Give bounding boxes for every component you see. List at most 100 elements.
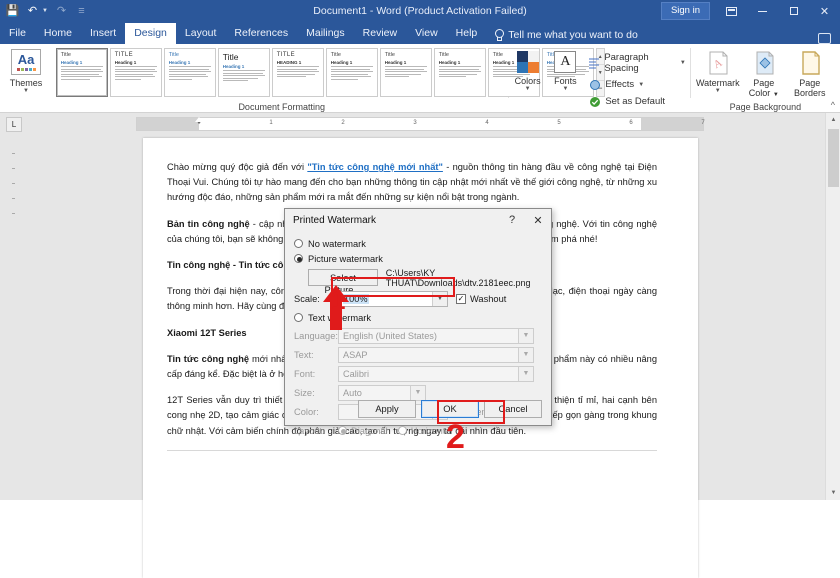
radio-indicator — [294, 313, 303, 322]
radio-indicator — [294, 254, 303, 263]
style-card[interactable]: TITLE HEADING 1 — [271, 48, 324, 97]
dialog-close-icon[interactable]: ✕ — [525, 209, 551, 231]
font-row: Font: Calibri ▼ — [294, 365, 542, 382]
tab-review[interactable]: Review — [354, 23, 406, 44]
set-as-default-button[interactable]: Set as Default — [588, 95, 685, 108]
style-title: Title — [60, 52, 71, 58]
customize-qat-icon[interactable]: ≡ — [75, 4, 88, 18]
style-card[interactable]: TITLE Heading 1 — [109, 48, 162, 97]
style-title: Title — [330, 52, 341, 58]
scale-combobox[interactable]: 100% ▼ — [338, 290, 448, 307]
radio-layout-horizontal[interactable]: Horizontal — [397, 426, 453, 436]
style-card[interactable]: Title Heading 1 — [325, 48, 378, 97]
page-color-button[interactable]: Page Color ▼ — [741, 47, 787, 100]
tab-stop-selector[interactable]: L — [6, 117, 22, 132]
effects-button[interactable]: Effects ▼ — [588, 78, 685, 91]
ribbon: Aa Themes ▼ Title Heading 1 TITLE Headin… — [0, 44, 840, 113]
ribbon-display-options-icon[interactable] — [716, 0, 747, 22]
chevron-down-icon[interactable]: ▼ — [23, 88, 29, 94]
style-card[interactable]: Title Heading 1 — [163, 48, 216, 97]
minimize-icon[interactable] — [747, 0, 778, 22]
page-background-group-label: Page Background — [729, 102, 802, 112]
style-title: Title — [222, 52, 239, 62]
themes-button[interactable]: Aa Themes ▼ — [0, 47, 52, 94]
radio-indicator — [338, 426, 347, 435]
font-value: Calibri — [343, 368, 370, 379]
redo-icon[interactable]: ↷ — [55, 4, 68, 18]
page-borders-button[interactable]: Page Borders — [787, 47, 833, 98]
style-heading: Heading 1 — [330, 59, 353, 65]
quick-access-toolbar: 💾 ↶ ▼ ↷ ≡ — [0, 4, 88, 18]
paragraph-spacing-label: Paragraph Spacing — [604, 52, 649, 74]
first-line-indent-marker[interactable] — [195, 117, 203, 122]
themes-icon: Aa — [11, 49, 41, 75]
scroll-down-icon[interactable]: ▼ — [826, 486, 840, 500]
right-indent-marker[interactable] — [577, 125, 585, 130]
style-heading: Heading 1 — [60, 59, 83, 65]
chevron-down-icon[interactable]: ▼ — [680, 60, 686, 66]
help-icon[interactable]: ? — [499, 209, 525, 231]
collapse-ribbon-icon[interactable]: ^ — [831, 100, 835, 110]
horizontal-ruler[interactable]: ● 1 2 3 4 5 6 7 — [136, 117, 705, 131]
tab-help[interactable]: Help — [447, 23, 487, 44]
themes-glyph: Aa — [17, 51, 35, 67]
apply-button[interactable]: Apply — [358, 400, 416, 418]
document-hyperlink[interactable]: "Tin tức công nghệ mới nhất" — [307, 162, 443, 172]
radio-indicator — [294, 239, 303, 248]
text-combobox[interactable]: ASAP ▼ — [338, 346, 534, 363]
page-color-label: Page Color ▼ — [748, 78, 779, 98]
radio-layout-diagonal[interactable]: Diagonal — [338, 426, 388, 436]
select-picture-button[interactable]: Select Picture... — [308, 269, 378, 295]
washout-checkbox[interactable]: ✓ Washout — [456, 293, 506, 304]
printed-watermark-dialog[interactable]: Printed Watermark ? ✕ No watermark Pictu… — [284, 208, 552, 436]
language-combobox[interactable]: English (United States) ▼ — [338, 327, 534, 344]
font-label: Font: — [294, 368, 316, 379]
tab-home[interactable]: Home — [35, 23, 81, 44]
fonts-button[interactable]: A Fonts ▼ — [547, 47, 585, 92]
tab-mailings[interactable]: Mailings — [297, 23, 354, 44]
dialog-title-bar: Printed Watermark ? ✕ — [285, 209, 551, 231]
vertical-scrollbar[interactable]: ▲ ▼ — [825, 113, 840, 500]
ok-button[interactable]: OK — [421, 400, 479, 418]
scroll-up-icon[interactable]: ▲ — [826, 113, 840, 127]
chevron-down-icon[interactable]: ▼ — [518, 366, 533, 381]
ribbon-tab-bar: File Home Insert Design Layout Reference… — [0, 22, 840, 47]
chevron-down-icon[interactable]: ▼ — [715, 88, 721, 95]
chevron-down-icon[interactable]: ▼ — [432, 291, 447, 306]
set-as-default-label: Set as Default — [605, 96, 665, 107]
document-formatting-group-label: Document Formatting — [238, 102, 325, 112]
tab-layout[interactable]: Layout — [176, 23, 226, 44]
style-card[interactable]: Title Heading 1 — [433, 48, 486, 97]
cancel-button[interactable]: Cancel — [484, 400, 542, 418]
style-card[interactable]: Title Heading 1 — [217, 48, 270, 97]
tab-design[interactable]: Design — [125, 23, 176, 44]
paragraph-spacing-button[interactable]: Paragraph Spacing ▼ — [588, 52, 686, 74]
radio-picture-watermark[interactable]: Picture watermark — [294, 251, 542, 266]
close-icon[interactable]: ✕ — [809, 0, 840, 22]
comments-icon[interactable] — [818, 33, 831, 47]
paragraph-spacing-icon — [588, 57, 600, 70]
font-combobox[interactable]: Calibri ▼ — [338, 365, 534, 382]
watermark-button[interactable]: A Watermark ▼ — [695, 47, 741, 95]
undo-dropdown-icon[interactable]: ▼ — [42, 8, 48, 14]
maximize-icon[interactable] — [778, 0, 809, 22]
colors-button[interactable]: Colors ▼ — [509, 47, 547, 92]
chevron-down-icon[interactable]: ▼ — [525, 86, 531, 92]
style-card[interactable]: Title Heading 1 — [55, 48, 108, 97]
tab-insert[interactable]: Insert — [81, 23, 125, 44]
chevron-down-icon[interactable]: ▼ — [518, 328, 533, 343]
chevron-down-icon[interactable]: ▼ — [562, 86, 568, 92]
tab-view[interactable]: View — [406, 23, 447, 44]
page-color-icon — [751, 50, 777, 76]
sign-in-button[interactable]: Sign in — [660, 2, 710, 20]
style-card[interactable]: Title Heading 1 — [379, 48, 432, 97]
radio-no-watermark[interactable]: No watermark — [294, 236, 542, 251]
tell-me-search[interactable]: Tell me what you want to do — [494, 29, 638, 44]
scrollbar-thumb[interactable] — [828, 129, 839, 187]
chevron-down-icon[interactable]: ▼ — [638, 82, 644, 88]
undo-icon[interactable]: ↶ — [26, 4, 39, 18]
tab-references[interactable]: References — [225, 23, 297, 44]
save-icon[interactable]: 💾 — [6, 4, 20, 18]
tab-file[interactable]: File — [0, 23, 35, 44]
chevron-down-icon[interactable]: ▼ — [518, 347, 533, 362]
